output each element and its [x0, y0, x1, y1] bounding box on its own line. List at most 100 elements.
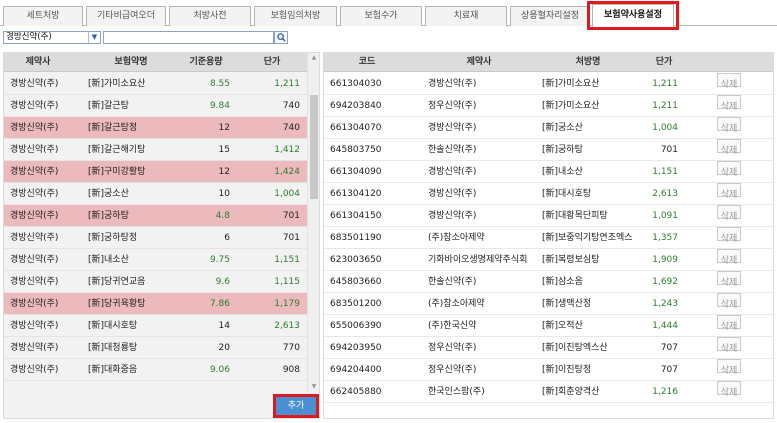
- cell-company: (주)참소아제약: [428, 233, 485, 243]
- table-row[interactable]: 경방신약(주) [新]갈근탕정 12 740: [4, 117, 307, 139]
- table-row[interactable]: 623003650 기화바이오생명제약주식회 [新]복령보심탕 1,909 삭제: [324, 249, 773, 271]
- cell-company: 경방신약(주): [10, 189, 59, 199]
- cell-company: 정우신약(주): [428, 343, 477, 353]
- cell-unit-price: 740: [282, 123, 300, 133]
- cell-standard-dose: 7.86: [209, 299, 230, 309]
- left-table-header: 제약사 보험약명 기준용량 단가: [4, 53, 307, 72]
- table-row[interactable]: 662405880 한국인스팜(주) [新]회춘양격산 1,216 삭제: [324, 381, 773, 403]
- registered-drug-panel: 코드 제약사 처방명 단가 661304030 경방신약(주) [新]가미소요산 1,…: [323, 52, 774, 419]
- table-row[interactable]: 경방신약(주) [新]궁소산 10 1,004: [4, 183, 307, 205]
- cell-drug-name: [新]대시호탕: [88, 321, 138, 331]
- table-row[interactable]: 경방신약(주) [新]당귀연교음 9.6 1,115: [4, 271, 307, 293]
- cell-drug-name: [新]대청룡탕: [88, 343, 138, 353]
- cell-code: 661304090: [330, 167, 382, 177]
- cell-unit-price: 1,424: [274, 167, 300, 177]
- cell-unit-price: 2,613: [274, 321, 300, 331]
- search-button[interactable]: [274, 31, 288, 44]
- cell-code: 661304070: [330, 123, 382, 133]
- cell-unit-price: 1,004: [652, 123, 678, 133]
- header-unit-price: 단가: [655, 57, 673, 67]
- delete-button[interactable]: 삭제: [717, 249, 741, 266]
- header-prescription-name: 처방명: [575, 57, 601, 67]
- cell-unit-price: 701: [660, 145, 678, 155]
- add-button[interactable]: 추가: [273, 394, 319, 418]
- delete-button[interactable]: 삭제: [717, 183, 741, 200]
- table-row[interactable]: 경방신약(주) [新]대청룡탕 20 770: [4, 337, 307, 359]
- tab-insurance-fee[interactable]: 보험수가: [340, 6, 422, 26]
- table-row[interactable]: 경방신약(주) [新]내소산 9.75 1,151: [4, 249, 307, 271]
- table-row[interactable]: 경방신약(주) [新]궁하탕정 6 701: [4, 227, 307, 249]
- table-row[interactable]: 661304090 경방신약(주) [新]내소산 1,151 삭제: [324, 161, 773, 183]
- add-button-label: 추가: [287, 401, 305, 411]
- cell-code: 683501190: [330, 233, 382, 243]
- cell-unit-price: 908: [282, 365, 300, 375]
- delete-button[interactable]: 삭제: [717, 271, 741, 288]
- delete-button[interactable]: 삭제: [717, 205, 741, 222]
- cell-code: 645803750: [330, 145, 382, 155]
- table-row[interactable]: 683501200 (주)참소아제약 [新]생맥산정 1,243 삭제: [324, 293, 773, 315]
- tab-prescription-dictionary[interactable]: 처방사전: [169, 6, 251, 26]
- scroll-up-icon[interactable]: ▲: [308, 53, 320, 63]
- table-row[interactable]: 645803750 한솔신약(주) [新]궁하탕 701 삭제: [324, 139, 773, 161]
- table-row[interactable]: 경방신약(주) [新]갈근탕 9.84 740: [4, 95, 307, 117]
- cell-company: 경방신약(주): [10, 233, 59, 243]
- cell-drug-name: [新]궁하탕: [88, 211, 129, 221]
- table-row[interactable]: 645803660 한솔신약(주) [新]삼소음 1,692 삭제: [324, 271, 773, 293]
- cell-unit-price: 1,444: [652, 321, 678, 331]
- cell-code: 623003650: [330, 255, 382, 265]
- cell-drug-name: [新]갈근탕정: [88, 123, 138, 133]
- table-row[interactable]: 경방신약(주) [新]대화중음 9.06 908: [4, 359, 307, 381]
- cell-standard-dose: 9.06: [209, 365, 230, 375]
- delete-button[interactable]: 삭제: [717, 359, 741, 376]
- cell-code: 662405880: [330, 387, 382, 397]
- table-row[interactable]: 경방신약(주) [新]대시호탕 14 2,613: [4, 315, 307, 337]
- cell-standard-dose: 10: [218, 189, 230, 199]
- search-input[interactable]: [103, 31, 274, 44]
- cell-standard-dose: 20: [218, 343, 230, 353]
- scrollbar-thumb[interactable]: [310, 95, 318, 199]
- delete-button[interactable]: 삭제: [717, 117, 741, 134]
- tab-treatment-material[interactable]: 치료재: [425, 6, 507, 26]
- tab-other-non-covered-order[interactable]: 기타비급여오더: [86, 6, 166, 26]
- table-row[interactable]: 경방신약(주) [新]가미소요산 8.55 1,211: [4, 73, 307, 95]
- delete-button[interactable]: 삭제: [717, 73, 741, 90]
- delete-button[interactable]: 삭제: [717, 381, 741, 398]
- delete-button[interactable]: 삭제: [717, 161, 741, 178]
- table-row[interactable]: 경방신약(주) [新]당귀육황탕 7.86 1,179: [4, 293, 307, 315]
- cell-company: 경방신약(주): [10, 79, 59, 89]
- table-row[interactable]: 655006390 (주)한국신약 [新]오적산 1,444 삭제: [324, 315, 773, 337]
- tab-insurance-custom-prescription[interactable]: 보험임의처방: [254, 6, 337, 26]
- company-select[interactable]: 경방신약(주) ▼: [3, 31, 101, 44]
- tab-insurance-drug-settings[interactable]: 보험약사용설정: [592, 4, 674, 27]
- cell-standard-dose: 12: [218, 167, 230, 177]
- table-row[interactable]: 694204400 정우신약(주) [新]이진탕정 707 삭제: [324, 359, 773, 381]
- cell-unit-price: 1,115: [274, 277, 300, 287]
- tab-common-acupoint-settings[interactable]: 상용혈자리설정: [510, 6, 590, 26]
- cell-code: 694203950: [330, 343, 382, 353]
- table-row[interactable]: 661304120 경방신약(주) [新]대시호탕 2,613 삭제: [324, 183, 773, 205]
- table-row[interactable]: 경방신약(주) [新]구미강활탕 12 1,424: [4, 161, 307, 183]
- table-row[interactable]: 경방신약(주) [新]궁하탕 4.8 701: [4, 205, 307, 227]
- table-row[interactable]: 694203840 정우신약(주) [新]가미소요산 1,211 삭제: [324, 95, 773, 117]
- delete-button[interactable]: 삭제: [717, 315, 741, 332]
- delete-button[interactable]: 삭제: [717, 139, 741, 156]
- table-row[interactable]: 661304030 경방신약(주) [新]가미소요산 1,211 삭제: [324, 73, 773, 95]
- delete-button[interactable]: 삭제: [717, 227, 741, 244]
- delete-button[interactable]: 삭제: [717, 95, 741, 112]
- header-code: 코드: [358, 57, 376, 67]
- cell-standard-dose: 6: [224, 233, 230, 243]
- cell-standard-dose: 12: [218, 123, 230, 133]
- tab-set-prescription[interactable]: 세트처방: [3, 6, 83, 26]
- chevron-down-icon[interactable]: ▼: [88, 32, 100, 43]
- cell-standard-dose: 15: [218, 145, 230, 155]
- table-row[interactable]: 경방신약(주) [新]갈근해기탕 15 1,412: [4, 139, 307, 161]
- table-row[interactable]: 661304070 경방신약(주) [新]궁소산 1,004 삭제: [324, 117, 773, 139]
- scroll-down-icon[interactable]: ▼: [308, 382, 320, 392]
- delete-button[interactable]: 삭제: [717, 293, 741, 310]
- delete-button[interactable]: 삭제: [717, 337, 741, 354]
- table-row[interactable]: 683501190 (주)참소아제약 [新]보중익기탕연조엑스 1,357 삭제: [324, 227, 773, 249]
- table-row[interactable]: 694203950 정우신약(주) [新]이진탕엑스산 707 삭제: [324, 337, 773, 359]
- cell-code: 661304120: [330, 189, 382, 199]
- table-row[interactable]: 661304150 경방신약(주) [新]대황목단피탕 1,091 삭제: [324, 205, 773, 227]
- left-scrollbar[interactable]: ▲ ▼: [307, 53, 319, 392]
